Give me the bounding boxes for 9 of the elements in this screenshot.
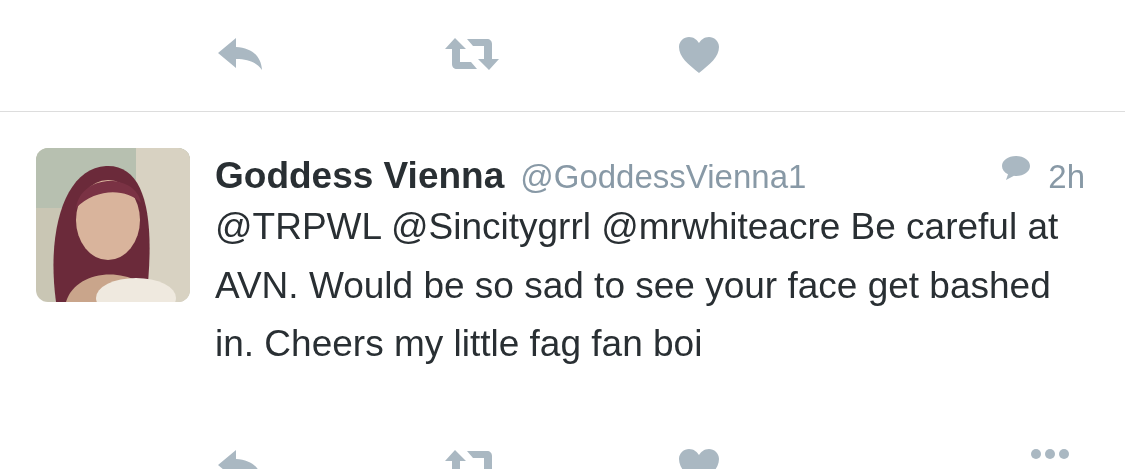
tweet-text: @TRPWL @Sincitygrrl @mrwhiteacre Be careful at AVN. Would be so sad to see your face get bashed in. Cheers my little fag fan boi xyxy=(215,205,1060,366)
more-icon[interactable] xyxy=(1030,448,1070,460)
retweet-icon[interactable] xyxy=(443,36,501,72)
timestamp: 2h xyxy=(1048,157,1085,197)
user-handle: @GoddessVienna1 xyxy=(520,157,807,197)
speech-bubble-icon xyxy=(1000,154,1033,182)
heart-icon[interactable] xyxy=(678,36,720,74)
user-name: Goddess Vienna xyxy=(215,154,505,198)
reply-icon[interactable] xyxy=(216,36,264,72)
